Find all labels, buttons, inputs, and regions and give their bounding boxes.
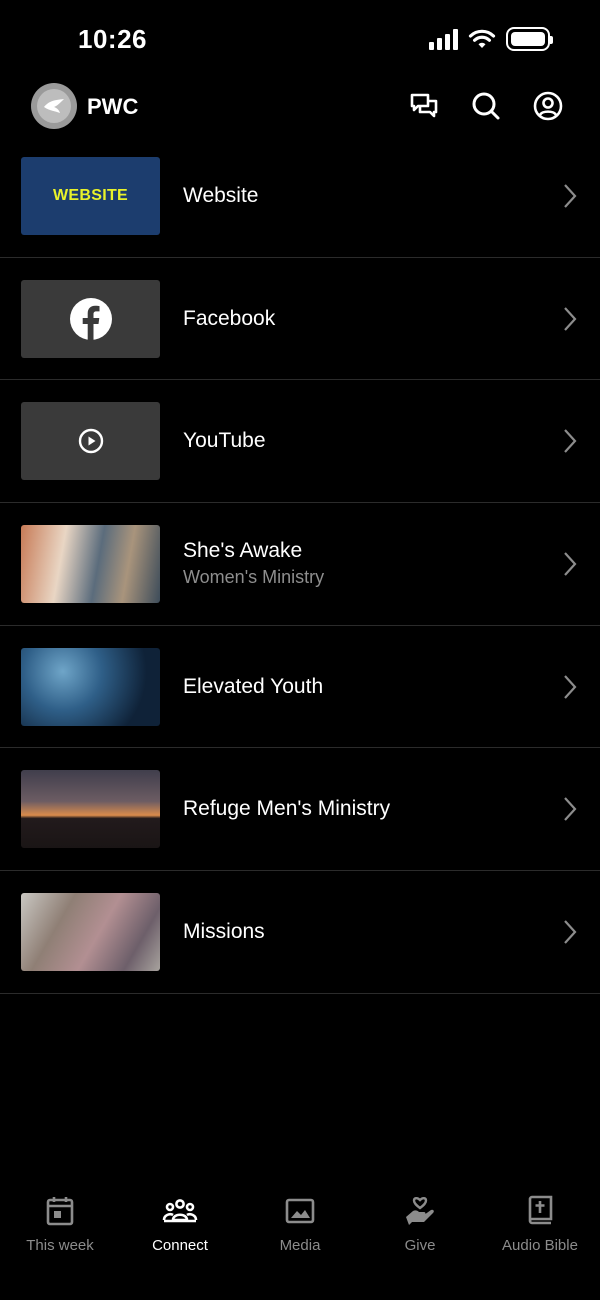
play-icon bbox=[78, 429, 103, 454]
tab-this-week[interactable]: This week bbox=[0, 1185, 120, 1300]
list-item-shes-awake[interactable]: She's Awake Women's Ministry bbox=[0, 503, 600, 626]
give-hand-heart-icon bbox=[402, 1193, 438, 1229]
list-item-title: Facebook bbox=[183, 306, 276, 330]
list-item-title: Refuge Men's Ministry bbox=[183, 797, 391, 821]
status-bar: 10:26 bbox=[0, 0, 600, 80]
profile-icon bbox=[533, 91, 563, 121]
list-item-text: YouTube bbox=[183, 429, 266, 453]
signal-icon bbox=[429, 28, 458, 50]
header-actions bbox=[408, 90, 564, 122]
shes-awake-photo bbox=[21, 524, 160, 603]
status-icons bbox=[429, 27, 553, 51]
website-thumbnail-text: WEBSITE bbox=[53, 186, 128, 204]
facebook-thumbnail bbox=[21, 279, 160, 358]
list-item-title: Website bbox=[183, 183, 259, 207]
list-item-website[interactable]: WEBSITE Website bbox=[0, 135, 600, 258]
refuge-mens-photo bbox=[21, 770, 160, 849]
chat-icon bbox=[410, 93, 438, 118]
tab-label: Audio Bible bbox=[502, 1237, 578, 1254]
tab-label: This week bbox=[26, 1237, 94, 1254]
elevated-youth-photo bbox=[21, 647, 160, 726]
status-time: 10:26 bbox=[78, 24, 147, 54]
list-item-elevated-youth[interactable]: Elevated Youth bbox=[0, 626, 600, 749]
dove-logo-icon bbox=[37, 89, 71, 123]
list-item-text: She's Awake Women's Ministry bbox=[183, 539, 324, 588]
search-button[interactable] bbox=[470, 90, 502, 122]
list-item-facebook[interactable]: Facebook bbox=[0, 258, 600, 381]
list-item-text: Missions bbox=[183, 920, 265, 944]
list-item-refuge-mens-ministry[interactable]: Refuge Men's Ministry bbox=[0, 748, 600, 872]
church-logo[interactable] bbox=[31, 83, 77, 129]
chevron-right-icon bbox=[564, 674, 577, 699]
tab-connect[interactable]: Connect bbox=[120, 1185, 240, 1300]
youtube-thumbnail bbox=[21, 402, 160, 481]
bible-icon bbox=[522, 1193, 558, 1229]
facebook-icon bbox=[69, 297, 112, 340]
calendar-icon bbox=[42, 1193, 78, 1229]
tab-media[interactable]: Media bbox=[240, 1185, 360, 1300]
list-item-text: Website bbox=[183, 184, 258, 208]
battery-icon bbox=[506, 27, 553, 51]
app-header: PWC bbox=[0, 80, 600, 140]
profile-button[interactable] bbox=[532, 90, 564, 122]
tab-label: Media bbox=[279, 1237, 321, 1254]
tab-bar: This week Connect Media Give Audio Bible bbox=[0, 1185, 600, 1300]
list-item-text: Elevated Youth bbox=[183, 675, 323, 699]
chevron-right-icon bbox=[564, 920, 577, 944]
list-item-subtitle: Women's Ministry bbox=[183, 567, 325, 588]
brand-name: PWC bbox=[87, 94, 139, 119]
list-item-text: Refuge Men's Ministry bbox=[183, 797, 390, 821]
chevron-right-icon bbox=[564, 306, 577, 331]
wifi-icon bbox=[468, 29, 496, 48]
chevron-right-icon bbox=[564, 797, 577, 822]
group-icon bbox=[162, 1193, 198, 1229]
chevron-right-icon bbox=[564, 429, 577, 453]
website-thumbnail: WEBSITE bbox=[21, 156, 160, 235]
tab-label: Give bbox=[404, 1237, 436, 1254]
tab-give[interactable]: Give bbox=[360, 1185, 480, 1300]
chevron-right-icon bbox=[564, 184, 577, 208]
list-item-text: Facebook bbox=[183, 307, 275, 331]
missions-photo bbox=[21, 892, 160, 971]
list-item-title: Missions bbox=[183, 919, 265, 943]
tab-audio-bible[interactable]: Audio Bible bbox=[480, 1185, 600, 1300]
image-icon bbox=[282, 1193, 318, 1229]
list-item-title: Elevated Youth bbox=[183, 674, 324, 698]
search-icon bbox=[472, 92, 500, 120]
list-item-missions[interactable]: Missions bbox=[0, 871, 600, 994]
connect-list: WEBSITE Website Facebook YouTube She's A… bbox=[0, 135, 600, 994]
tab-label: Connect bbox=[152, 1237, 208, 1254]
list-item-title: She's Awake bbox=[183, 539, 303, 563]
chevron-right-icon bbox=[564, 552, 577, 576]
list-item-title: YouTube bbox=[183, 429, 266, 453]
messages-button[interactable] bbox=[408, 90, 440, 122]
list-item-youtube[interactable]: YouTube bbox=[0, 380, 600, 504]
